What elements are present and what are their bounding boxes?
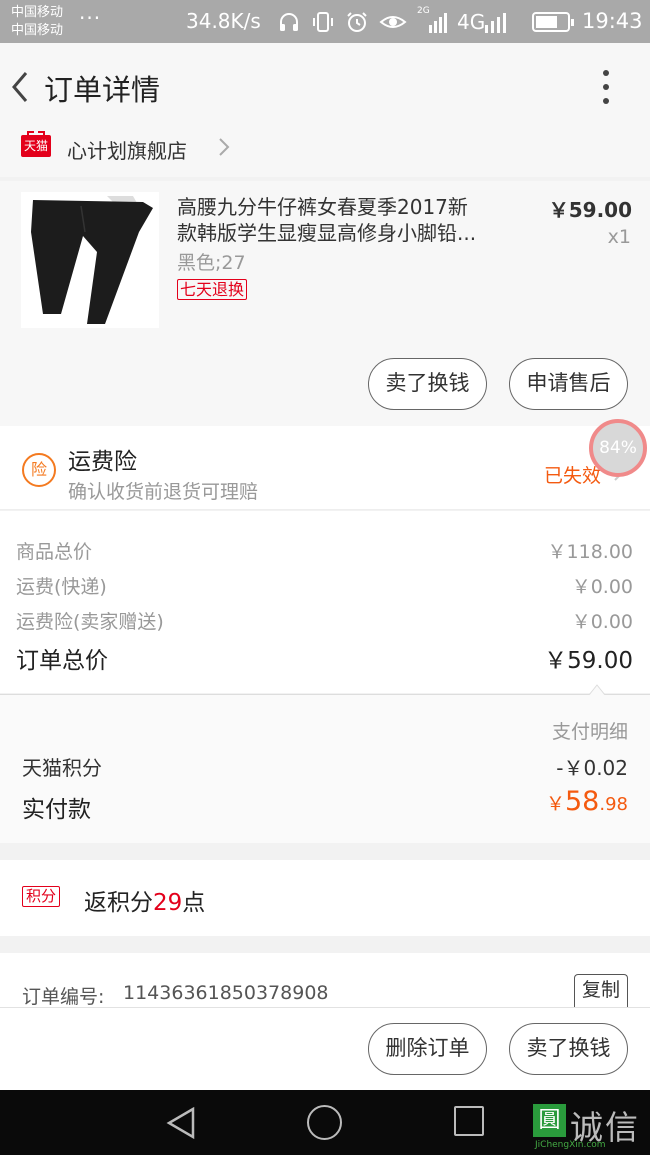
insurance-title: 运费险 — [68, 449, 137, 475]
product-quantity: x1 — [607, 226, 631, 248]
points-text-before: 返积分 — [84, 890, 153, 916]
product-name-line-2: 款韩版学生显瘦显高修身小脚铅... — [177, 221, 477, 245]
nav-back-icon[interactable] — [165, 1106, 197, 1140]
order-number-label: 订单编号: — [22, 986, 105, 1008]
vibrate-icon — [313, 12, 333, 32]
insurance-subtitle: 确认收货前退货可理赔 — [68, 481, 259, 503]
bottom-action-bar: 删除订单 卖了换钱 — [0, 1007, 650, 1090]
points-number: 29 — [153, 890, 183, 916]
product-name-line-1: 高腰九分牛仔裤女春夏季2017新 — [177, 195, 468, 219]
sell-button[interactable]: 卖了换钱 — [509, 1023, 628, 1075]
status-bar: 中国移动 中国移动 ··· 34.8K/s 2G 4G 19:43 — [0, 0, 650, 43]
battery-icon — [532, 12, 574, 32]
order-total-value: ￥59.00 — [544, 648, 633, 674]
summary-value: ￥0.00 — [571, 576, 633, 598]
product-sku: 黑色;27 — [177, 252, 246, 274]
more-vertical-icon[interactable] — [594, 67, 618, 107]
alarm-icon — [347, 12, 367, 32]
price-summary: 商品总价 ￥118.00 运费(快递) ￥0.00 运费险(卖家赠送) ￥0.0… — [0, 511, 650, 693]
status-icons: 2G 4G — [277, 6, 513, 35]
order-number-row: 订单编号: 11436361850378908 复制 — [0, 953, 650, 1008]
paid-currency: ￥ — [545, 793, 565, 815]
product-price: ￥59.00 — [548, 198, 632, 222]
nav-recent-icon[interactable] — [454, 1106, 484, 1136]
header: 订单详情 — [0, 43, 650, 131]
battery-level — [536, 16, 557, 28]
watermark: 圓 诚信 JiChengXin.com — [533, 1104, 650, 1154]
points-rebate-text: 返积分29点 — [84, 883, 205, 917]
notification-dots: ··· — [79, 6, 102, 30]
sell-button[interactable]: 卖了换钱 — [368, 358, 487, 410]
carrier-1: 中国移动 — [11, 5, 64, 20]
chevron-right-icon — [219, 138, 230, 156]
signal-4g-icon: 4G — [457, 9, 513, 35]
copy-button[interactable]: 复制 — [574, 974, 628, 1007]
watermark-url: JiChengXin.com — [535, 1140, 606, 1150]
payment-detail-link[interactable]: 支付明细 — [552, 717, 628, 744]
carrier-info: 中国移动 中国移动 — [11, 4, 63, 40]
floating-progress-badge[interactable]: 84% — [589, 419, 647, 477]
actual-paid-value: ￥58.98 — [546, 786, 628, 817]
shop-name[interactable]: 心计划旗舰店 — [67, 135, 187, 164]
carrier-2: 中国移动 — [11, 23, 64, 38]
payment-section: 支付明细 天猫积分 -￥0.02 实付款 ￥58.98 — [0, 694, 650, 843]
signal-2g-icon: 2G — [417, 6, 447, 35]
eye-icon — [379, 16, 407, 28]
shipping-insurance-row[interactable]: 险 运费险 确认收货前退货可理赔 已失效 — [0, 426, 650, 510]
summary-value: ￥0.00 — [571, 611, 633, 633]
points-badge: 积分 — [22, 886, 61, 907]
clock: 19:43 — [582, 9, 643, 33]
jeans-image — [21, 192, 159, 328]
headphones-icon — [280, 13, 298, 31]
summary-label: 运费(快递) — [16, 576, 107, 598]
tmall-badge: 天猫 — [21, 131, 51, 157]
summary-label: 运费险(卖家赠送) — [16, 611, 164, 633]
paid-main: 58 — [565, 786, 600, 817]
network-speed: 34.8K/s — [186, 9, 261, 33]
product-image[interactable] — [21, 192, 159, 328]
product-card[interactable]: 高腰九分牛仔裤女春夏季2017新 款韩版学生显瘦显高修身小脚铅... ￥59.0… — [0, 181, 650, 426]
after-sale-button[interactable]: 申请售后 — [509, 358, 628, 410]
summary-label: 商品总价 — [16, 541, 93, 563]
tmall-points-label: 天猫积分 — [22, 756, 102, 780]
summary-value: ￥118.00 — [547, 541, 633, 563]
product-name[interactable]: 高腰九分牛仔裤女春夏季2017新 款韩版学生显瘦显高修身小脚铅... — [177, 194, 507, 246]
points-text-after: 点 — [182, 890, 206, 916]
actual-paid-label: 实付款 — [22, 797, 91, 823]
points-rebate-row: 积分 返积分29点 — [0, 860, 650, 936]
order-total-label: 订单总价 — [16, 648, 108, 674]
nav-home-icon[interactable] — [307, 1105, 342, 1140]
insurance-icon: 险 — [22, 453, 56, 487]
order-number: 11436361850378908 — [123, 982, 329, 1004]
network-4g-label: 4G — [457, 10, 486, 34]
insurance-status: 已失效 — [544, 465, 602, 487]
tmall-points-value: -￥0.02 — [556, 756, 628, 780]
delete-order-button[interactable]: 删除订单 — [368, 1023, 487, 1075]
seven-day-return-badge: 七天退换 — [177, 279, 248, 300]
page-title: 订单详情 — [44, 73, 161, 107]
pointer-triangle — [589, 684, 605, 695]
shop-row[interactable]: 天猫 心计划旗舰店 — [0, 131, 650, 177]
paid-fraction: .98 — [599, 794, 628, 815]
chevron-left-icon[interactable] — [6, 65, 36, 109]
watermark-logo: 圓 — [533, 1104, 566, 1137]
